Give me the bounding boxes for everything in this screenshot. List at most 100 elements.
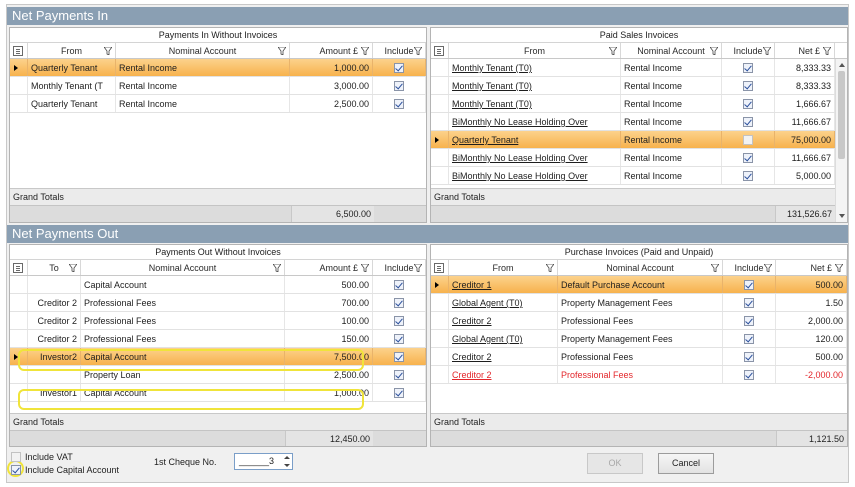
cheque-number-stepper[interactable]: ______3 (234, 453, 293, 470)
cell-include[interactable] (722, 167, 775, 184)
include-checkbox[interactable] (743, 116, 753, 127)
column-chooser-icon[interactable] (431, 260, 449, 275)
cell-from[interactable]: Creditor 1 (449, 276, 558, 293)
row-selector[interactable] (10, 348, 28, 365)
col-header-include[interactable]: Include (373, 43, 426, 58)
cell-from[interactable]: Monthly Tenant (T0) (449, 59, 621, 76)
table-row[interactable]: Monthly Tenant (T0) Rental Income 8,333.33 (431, 77, 847, 95)
cell-include[interactable] (373, 95, 426, 112)
cell-include[interactable] (722, 131, 775, 148)
scroll-down-icon[interactable] (839, 214, 845, 218)
cell-include[interactable] (722, 77, 775, 94)
table-row[interactable]: Creditor 2 Professional Fees 100.00 (10, 312, 426, 330)
cell-from[interactable]: Global Agent (T0) (449, 294, 558, 311)
row-selector[interactable] (10, 276, 28, 293)
row-selector[interactable] (431, 330, 449, 347)
cell-include[interactable] (723, 348, 776, 365)
include-checkbox[interactable] (394, 333, 404, 344)
cell-from[interactable]: Monthly Tenant (T0) (449, 77, 621, 94)
include-checkbox[interactable] (743, 62, 753, 73)
include-checkbox[interactable] (743, 98, 753, 109)
include-checkbox[interactable] (394, 315, 404, 326)
column-chooser-icon[interactable] (431, 43, 449, 58)
row-selector[interactable] (10, 366, 28, 383)
table-row[interactable]: Monthly Tenant (T Rental Income 3,000.00 (10, 77, 426, 95)
row-selector[interactable] (10, 294, 28, 311)
col-header-nominal[interactable]: Nominal Account (116, 43, 290, 58)
cell-include[interactable] (722, 113, 775, 130)
include-checkbox[interactable] (394, 62, 404, 73)
cell-from[interactable]: Creditor 2 (449, 312, 558, 329)
col-header-from[interactable]: From (449, 260, 558, 275)
table-row[interactable]: Quarterly Tenant Rental Income 2,500.00 (10, 95, 426, 113)
col-header-include[interactable]: Include (373, 260, 426, 275)
table-row[interactable]: Global Agent (T0) Property Management Fee… (431, 330, 847, 348)
table-row[interactable]: Creditor 2 Professional Fees 150.00 (10, 330, 426, 348)
column-chooser-icon[interactable] (10, 260, 28, 275)
include-checkbox[interactable] (743, 134, 753, 145)
include-checkbox[interactable] (744, 351, 754, 362)
table-row[interactable]: Creditor 2 Professional Fees -2,000.00 (431, 366, 847, 384)
cell-include[interactable] (723, 312, 776, 329)
include-checkbox[interactable] (744, 369, 754, 380)
col-header-nominal[interactable]: Nominal Account (558, 260, 723, 275)
row-selector[interactable] (431, 167, 449, 184)
table-row[interactable]: Quarterly Tenant Rental Income 1,000.00 (10, 59, 426, 77)
table-row[interactable]: Creditor 1 Default Purchase Account 500.00 (431, 276, 847, 294)
col-header-amount[interactable]: Amount £ (285, 260, 373, 275)
cell-from[interactable]: Global Agent (T0) (449, 330, 558, 347)
table-row[interactable]: BiMonthly No Lease Holding Over Rental In… (431, 149, 847, 167)
include-checkbox[interactable] (743, 170, 753, 181)
cell-include[interactable] (373, 294, 426, 311)
row-selector[interactable] (10, 59, 28, 76)
row-selector[interactable] (10, 77, 28, 94)
cell-from[interactable]: BiMonthly No Lease Holding Over (449, 167, 621, 184)
table-row[interactable]: BiMonthly No Lease Holding Over Rental In… (431, 113, 847, 131)
include-checkbox[interactable] (743, 152, 753, 163)
row-selector[interactable] (431, 149, 449, 166)
cell-include[interactable] (723, 294, 776, 311)
include-checkbox[interactable] (744, 297, 754, 308)
cell-include[interactable] (722, 149, 775, 166)
cell-include[interactable] (722, 95, 775, 112)
include-vat-option[interactable]: Include VAT (11, 452, 73, 462)
spin-arrows-icon[interactable] (284, 456, 290, 467)
include-checkbox[interactable] (394, 98, 404, 109)
cell-include[interactable] (722, 59, 775, 76)
cell-from[interactable]: Quarterly Tenant (449, 131, 621, 148)
col-header-include[interactable]: Include (722, 43, 775, 58)
row-selector[interactable] (431, 276, 449, 293)
row-selector[interactable] (431, 59, 449, 76)
col-header-from[interactable]: From (28, 43, 116, 58)
col-header-amount[interactable]: Amount £ (290, 43, 373, 58)
row-selector[interactable] (431, 348, 449, 365)
row-selector[interactable] (10, 384, 28, 401)
row-selector[interactable] (10, 330, 28, 347)
table-row[interactable]: BiMonthly No Lease Holding Over Rental In… (431, 167, 847, 185)
cell-from[interactable]: Creditor 2 (449, 366, 558, 383)
row-selector[interactable] (10, 95, 28, 112)
include-checkbox[interactable] (394, 80, 404, 91)
table-row[interactable]: Monthly Tenant (T0) Rental Income 8,333.33 (431, 59, 847, 77)
include-checkbox[interactable] (394, 387, 404, 398)
row-selector[interactable] (431, 95, 449, 112)
include-checkbox[interactable] (394, 297, 404, 308)
col-header-net[interactable]: Net £ (776, 260, 847, 275)
cell-include[interactable] (373, 77, 426, 94)
row-selector[interactable] (431, 366, 449, 383)
scroll-up-icon[interactable] (839, 63, 845, 67)
ok-button[interactable]: OK (587, 453, 643, 474)
row-selector[interactable] (431, 131, 449, 148)
cell-include[interactable] (723, 276, 776, 293)
cell-from[interactable]: BiMonthly No Lease Holding Over (449, 113, 621, 130)
vertical-scrollbar[interactable] (835, 59, 847, 222)
table-row[interactable]: Quarterly Tenant Rental Income 75,000.00 (431, 131, 847, 149)
cell-include[interactable] (373, 59, 426, 76)
cell-include[interactable] (723, 330, 776, 347)
cell-include[interactable] (373, 366, 426, 383)
col-header-to[interactable]: To (28, 260, 81, 275)
include-checkbox[interactable] (743, 80, 753, 91)
cell-include[interactable] (723, 366, 776, 383)
row-selector[interactable] (431, 77, 449, 94)
include-capital-checkbox[interactable] (11, 465, 21, 475)
